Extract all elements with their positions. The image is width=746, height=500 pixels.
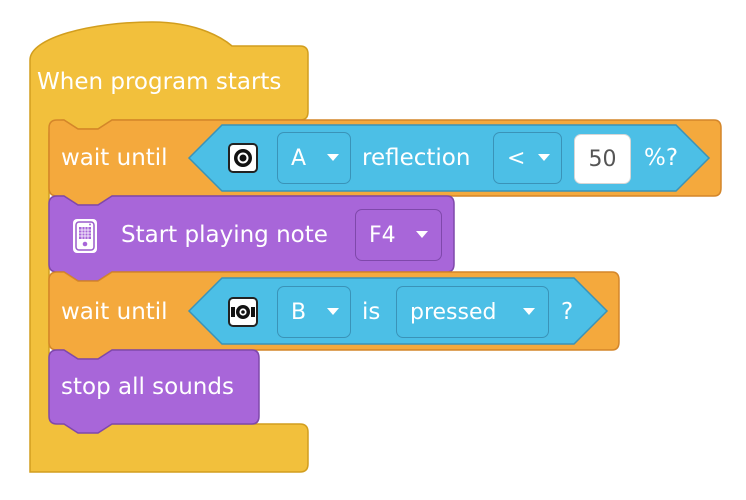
hat-label: When program starts: [37, 69, 282, 95]
force-sensor-icon: [228, 297, 258, 327]
state-dropdown[interactable]: pressed: [396, 286, 549, 338]
chevron-down-icon: [538, 154, 550, 161]
note-dropdown[interactable]: F4: [355, 209, 442, 261]
chevron-down-icon: [327, 308, 339, 315]
speaker-hub-icon: [73, 219, 97, 253]
port-dropdown-1[interactable]: A: [277, 132, 351, 184]
percent-suffix: %?: [644, 145, 679, 171]
start-playing-note-label: Start playing note: [121, 222, 328, 248]
question-suffix: ?: [561, 299, 574, 325]
state-dropdown-value: pressed: [410, 299, 497, 325]
stop-all-sounds-label: stop all sounds: [61, 374, 234, 400]
chevron-down-icon: [327, 154, 339, 161]
port-dropdown-2-value: B: [291, 299, 307, 325]
port-dropdown-2[interactable]: B: [277, 286, 351, 338]
threshold-input[interactable]: 50: [574, 134, 631, 184]
port-dropdown-1-value: A: [291, 145, 307, 171]
wait-until-label-2: wait until: [61, 299, 168, 325]
operator-dropdown[interactable]: <: [493, 132, 562, 184]
operator-dropdown-value: <: [507, 145, 526, 171]
is-label: is: [362, 299, 381, 325]
wait-until-label-1: wait until: [61, 145, 168, 171]
color-sensor-icon: [228, 143, 258, 173]
reflection-label: reflection: [362, 145, 471, 171]
chevron-down-icon: [416, 231, 428, 238]
note-dropdown-value: F4: [369, 222, 396, 248]
chevron-down-icon: [523, 308, 535, 315]
